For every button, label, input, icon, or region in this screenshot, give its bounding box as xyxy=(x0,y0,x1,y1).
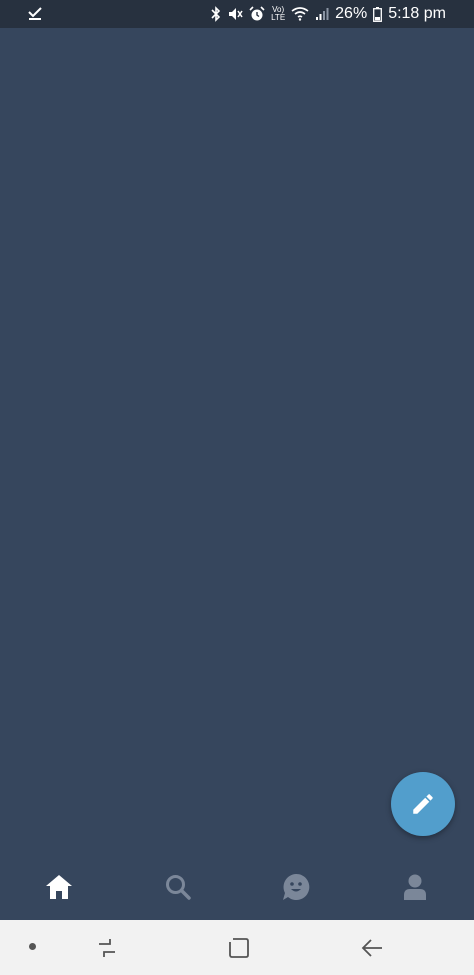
account-icon xyxy=(403,874,426,900)
search-icon xyxy=(165,875,191,900)
home-square-icon xyxy=(229,938,249,958)
clock: 5:18 pm xyxy=(388,5,446,22)
mute-icon xyxy=(227,6,243,22)
volte-icon: Vo) LTE xyxy=(271,6,285,22)
alarm-icon xyxy=(249,6,265,22)
tab-home[interactable] xyxy=(0,854,119,920)
home-icon xyxy=(46,875,73,899)
battery-percent: 26% xyxy=(335,5,368,22)
compose-button[interactable] xyxy=(391,772,455,836)
status-bar: Vo) LTE 26% 5:18 pm xyxy=(0,0,474,28)
status-icons: Vo) LTE 26% 5:18 pm xyxy=(211,0,446,28)
system-nav-bar xyxy=(0,920,474,975)
dot-icon xyxy=(29,943,36,950)
wifi-icon xyxy=(291,7,309,21)
back-icon xyxy=(361,939,382,957)
bottom-tab-bar xyxy=(0,854,474,920)
tab-account[interactable] xyxy=(356,854,474,920)
pencil-icon xyxy=(413,794,433,814)
tab-activity[interactable] xyxy=(237,854,356,920)
battery-icon xyxy=(373,6,383,22)
recents-button[interactable] xyxy=(93,934,121,962)
tab-search[interactable] xyxy=(119,854,238,920)
home-button[interactable] xyxy=(225,934,253,962)
dashboard-content[interactable] xyxy=(0,28,474,854)
download-done-icon xyxy=(28,5,42,26)
signal-icon xyxy=(315,7,329,21)
bluetooth-icon xyxy=(211,6,221,22)
back-button[interactable] xyxy=(358,934,386,962)
smiley-icon xyxy=(283,873,310,900)
volte-bottom-label: LTE xyxy=(271,13,286,22)
app-screen: Vo) LTE 26% 5:18 pm xyxy=(0,0,474,975)
recents-icon xyxy=(99,939,115,957)
